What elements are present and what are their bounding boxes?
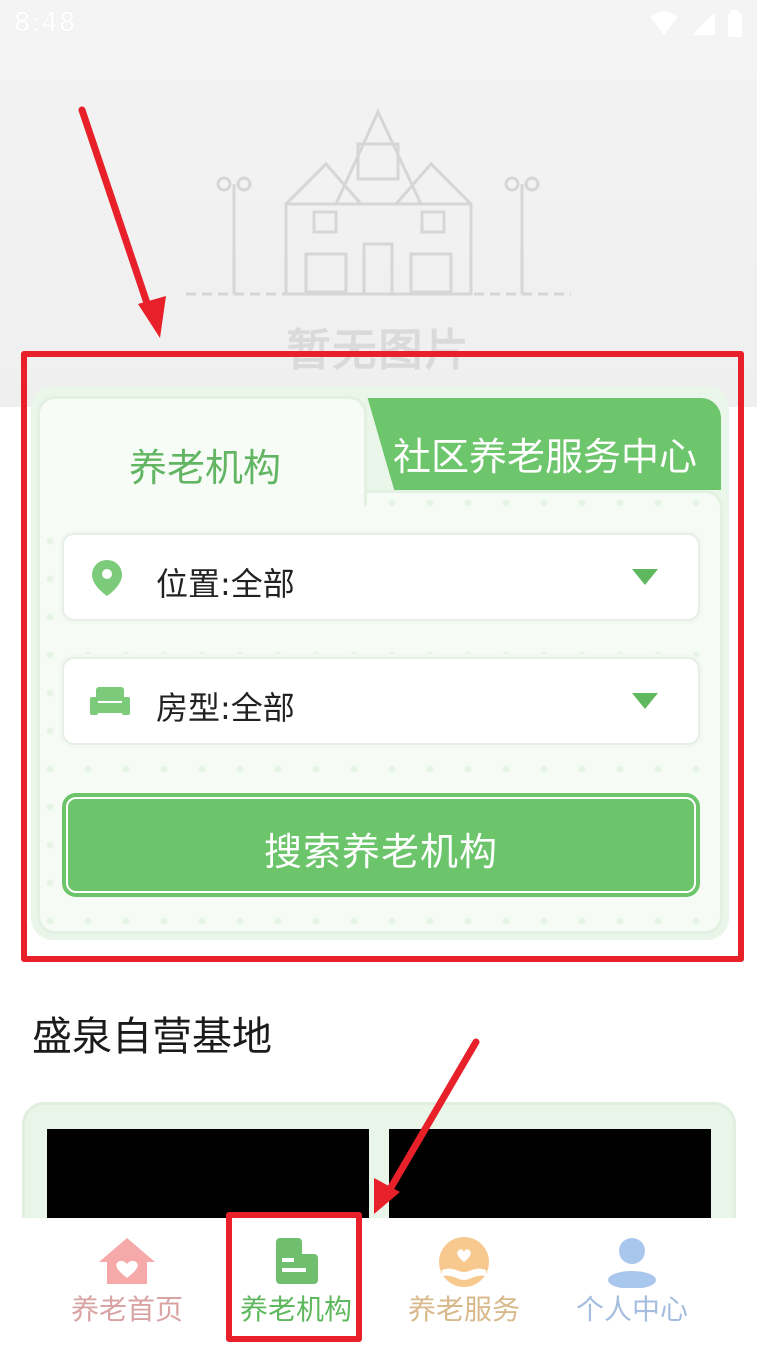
annotation-arrows: [78, 106, 480, 1214]
